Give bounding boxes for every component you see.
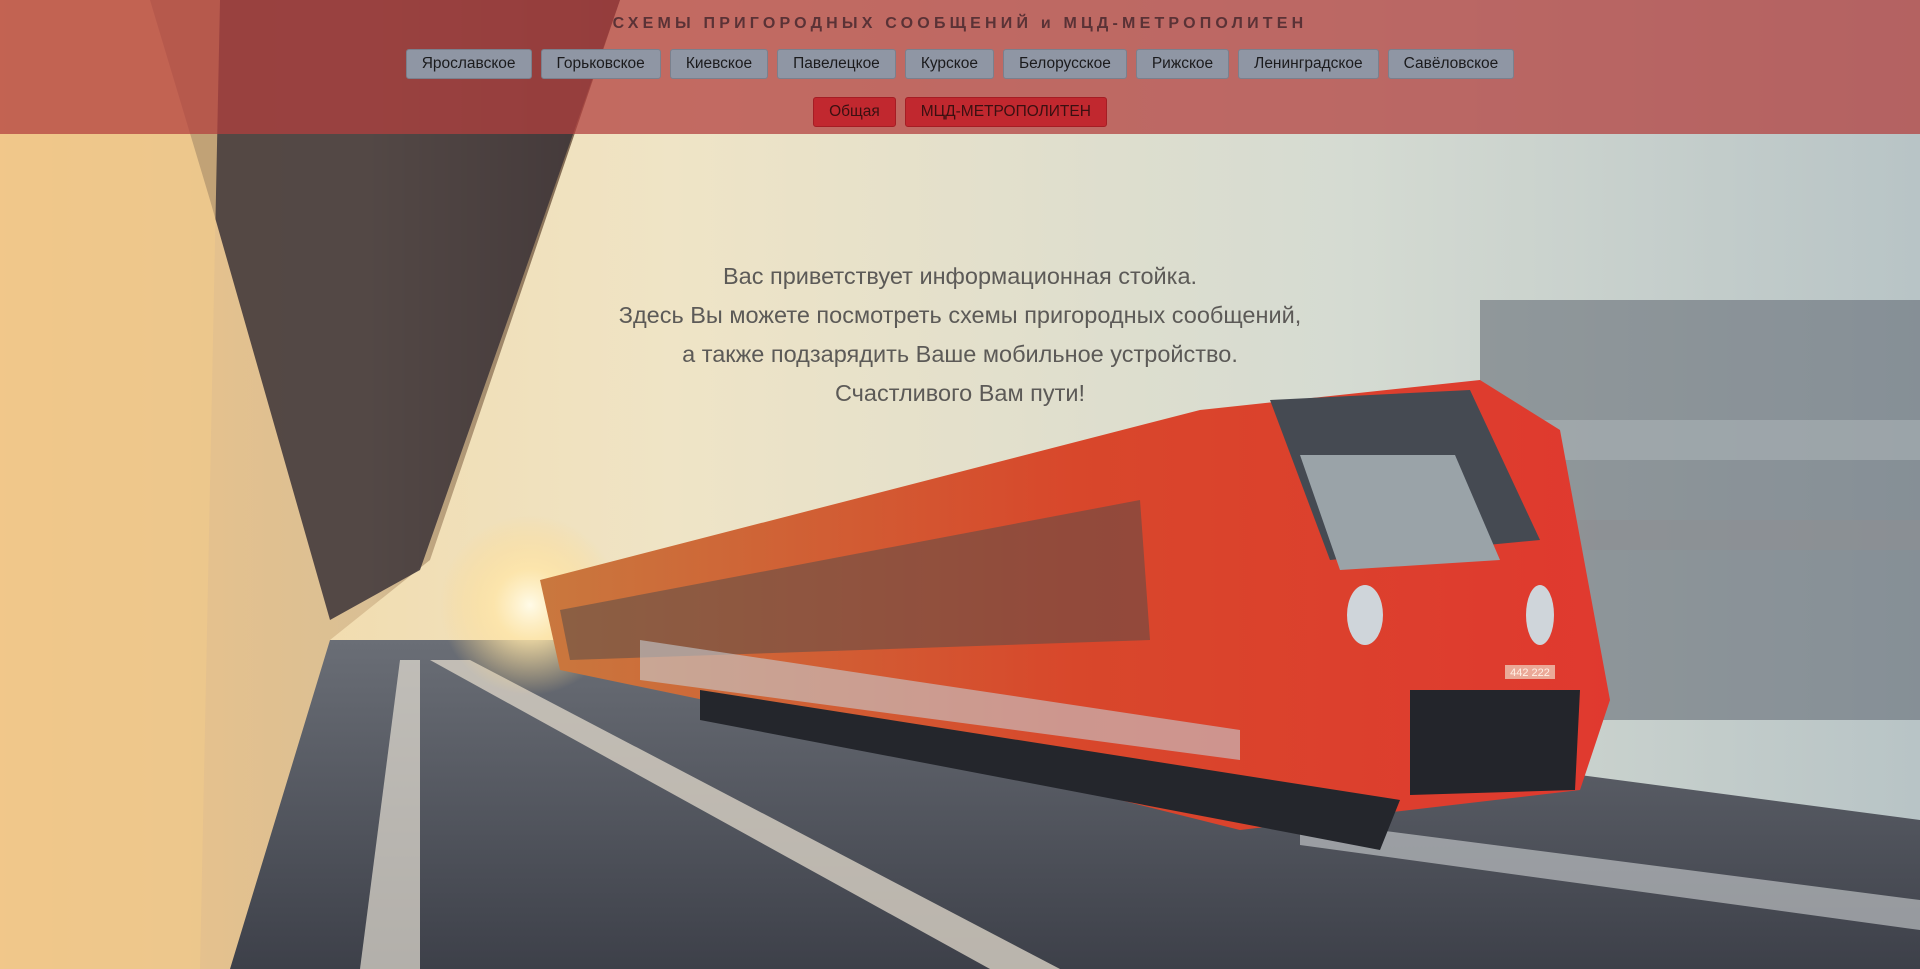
nav-button-obshchaya[interactable]: Общая <box>813 97 896 127</box>
page-title: СХЕМЫ ПРИГОРОДНЫХ СООБЩЕНИЙ и МЦД-МЕТРОП… <box>612 15 1308 32</box>
nav-button-leningradskoe[interactable]: Ленинградское <box>1238 49 1379 79</box>
header-bar: СХЕМЫ ПРИГОРОДНЫХ СООБЩЕНИЙ и МЦД-МЕТРОП… <box>0 0 1920 134</box>
welcome-line: Счастливого Вам пути! <box>834 380 1086 406</box>
welcome-line: Здесь Вы можете посмотреть схемы пригоро… <box>618 302 1302 328</box>
nav-button-yaroslavskoe[interactable]: Ярославское <box>405 49 532 79</box>
nav-button-gorkovskoe[interactable]: Горьковское <box>540 49 661 79</box>
train-number: 442 222 <box>1510 667 1550 679</box>
nav-button-kievskoe[interactable]: Киевское <box>669 49 769 79</box>
nav-button-belorusskoe[interactable]: Белорусское <box>1002 49 1127 79</box>
secondary-nav: Общая МЦД-МЕТРОПОЛИТЕН <box>0 97 1920 127</box>
background-image: 442 222 <box>0 0 1920 969</box>
station-nav: Ярославское Горьковское Киевское Павелец… <box>0 49 1920 79</box>
nav-button-kurskoe[interactable]: Курское <box>904 49 994 79</box>
nav-button-savelovskoe[interactable]: Савёловское <box>1387 49 1515 79</box>
welcome-message: Вас приветствует информационная стойка. … <box>0 257 1920 413</box>
welcome-line: а также подзарядить Ваше мобильное устро… <box>682 341 1238 367</box>
nav-button-rizhskoe[interactable]: Рижское <box>1135 49 1230 79</box>
train-station-illustration: 442 222 <box>0 0 1920 969</box>
nav-button-mcd-metro[interactable]: МЦД-МЕТРОПОЛИТЕН <box>904 97 1107 127</box>
welcome-line: Вас приветствует информационная стойка. <box>722 263 1198 289</box>
nav-button-paveletskoe[interactable]: Павелецкое <box>777 49 896 79</box>
